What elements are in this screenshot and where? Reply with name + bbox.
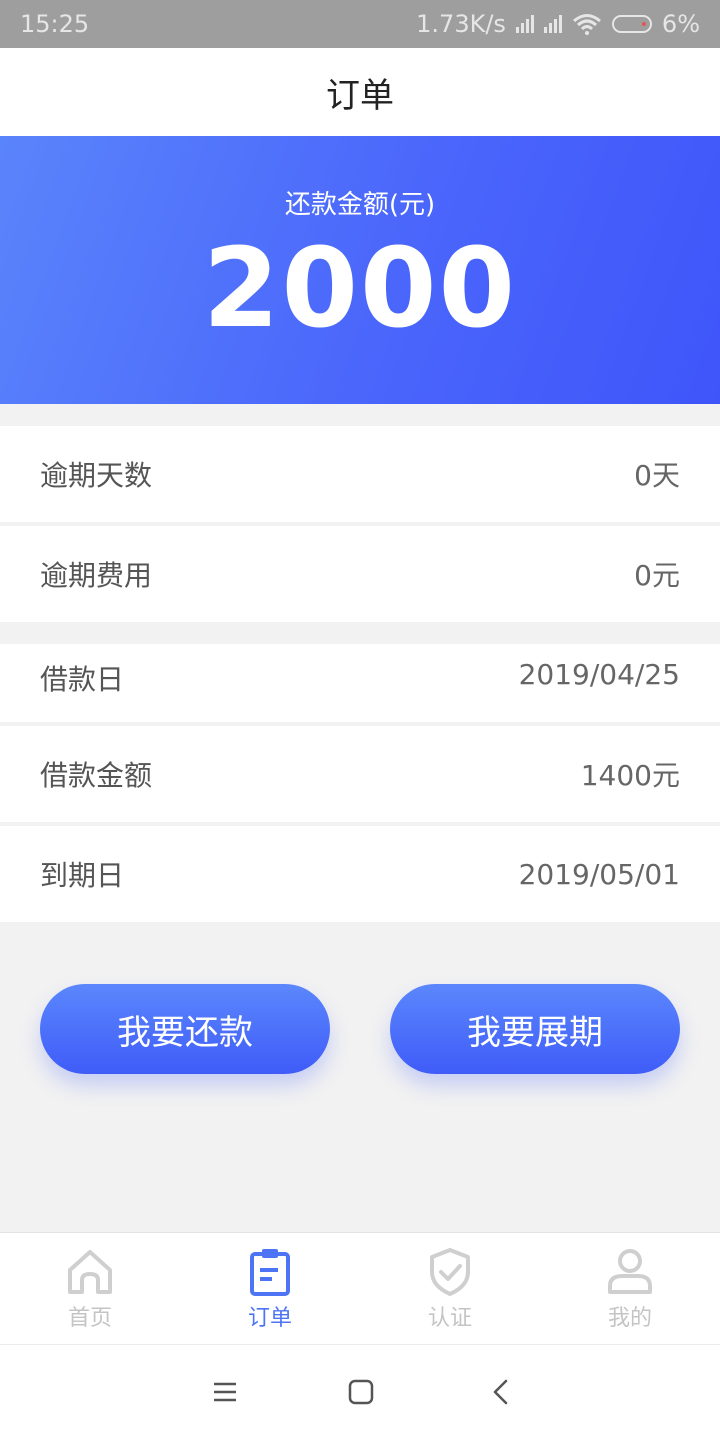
detail-value: 2019/05/01	[518, 857, 680, 891]
home-icon	[68, 1250, 112, 1294]
tab-mine[interactable]: 我的	[540, 1233, 720, 1345]
bottom-tab-bar: 首页 订单 认证 我的	[0, 1232, 720, 1345]
order-icon	[250, 1249, 290, 1296]
tab-verify[interactable]: 认证	[360, 1233, 540, 1345]
user-icon	[608, 1249, 652, 1294]
detail-label: 借款金额	[40, 759, 153, 792]
detail-row-due-date: 到期日 2019/05/01	[0, 826, 720, 922]
tab-order[interactable]: 订单	[180, 1233, 360, 1345]
tab-label: 认证	[427, 1306, 472, 1331]
wifi-icon	[572, 14, 601, 35]
tab-label: 订单	[247, 1306, 292, 1331]
status-bar: 15:25 1.73K/s 6%	[0, 0, 720, 48]
detail-value: 0元	[634, 559, 680, 592]
status-time: 15:25	[20, 10, 90, 38]
detail-row-overdue-fee: 逾期费用 0元	[0, 526, 720, 622]
net-speed: 1.73K/s	[416, 10, 506, 38]
system-nav-bar	[0, 1344, 720, 1441]
detail-row-loan-amount: 借款金额 1400元	[0, 726, 720, 822]
detail-label: 逾期费用	[40, 559, 153, 592]
repay-summary: 还款金额(元) 2000	[0, 136, 720, 404]
tab-label: 首页	[67, 1306, 112, 1331]
detail-row-loan-date: 借款日 2019/04/25	[0, 644, 720, 722]
detail-row-overdue-days: 逾期天数 0天	[0, 426, 720, 522]
detail-value: 0天	[634, 459, 680, 492]
shield-check-icon	[430, 1248, 470, 1296]
detail-value: 1400元	[580, 759, 680, 792]
detail-value: 2019/04/25	[518, 658, 680, 691]
menu-icon[interactable]	[210, 1377, 240, 1407]
signal-icon	[515, 15, 534, 33]
repay-amount-label: 还款金额(元)	[284, 190, 436, 220]
battery-icon	[611, 15, 652, 33]
detail-label: 到期日	[40, 859, 125, 892]
detail-label: 借款日	[40, 663, 125, 696]
tab-label: 我的	[607, 1306, 652, 1331]
repay-amount-value: 2000	[202, 224, 518, 352]
signal-icon	[543, 15, 562, 33]
extend-button[interactable]: 我要展期	[390, 984, 680, 1074]
detail-label: 逾期天数	[40, 459, 153, 492]
page-title: 订单	[0, 48, 720, 136]
battery-level: 6%	[661, 10, 700, 38]
repay-button[interactable]: 我要还款	[40, 984, 330, 1074]
back-icon[interactable]	[486, 1377, 516, 1407]
tab-home[interactable]: 首页	[0, 1233, 180, 1345]
home-square-icon[interactable]	[346, 1377, 376, 1407]
status-indicators: 1.73K/s 6%	[416, 10, 700, 38]
